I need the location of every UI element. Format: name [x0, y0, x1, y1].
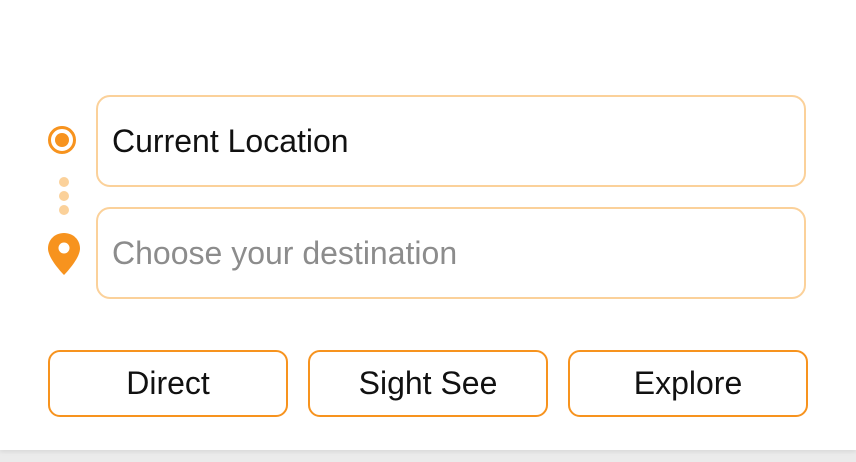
sight-see-mode-button[interactable]: Sight See	[308, 350, 548, 417]
route-planner-panel: Direct Sight See Explore	[0, 0, 856, 450]
destination-field[interactable]	[96, 207, 806, 299]
direct-mode-button[interactable]: Direct	[48, 350, 288, 417]
map-pin-icon	[48, 233, 80, 275]
origin-radio-icon	[48, 126, 76, 154]
route-dot-icon	[59, 205, 69, 215]
destination-input[interactable]	[112, 209, 792, 297]
explore-mode-button[interactable]: Explore	[568, 350, 808, 417]
origin-field[interactable]	[96, 95, 806, 187]
route-dot-icon	[59, 177, 69, 187]
origin-input[interactable]	[112, 97, 792, 185]
route-indicator	[46, 124, 82, 276]
route-dot-icon	[59, 191, 69, 201]
